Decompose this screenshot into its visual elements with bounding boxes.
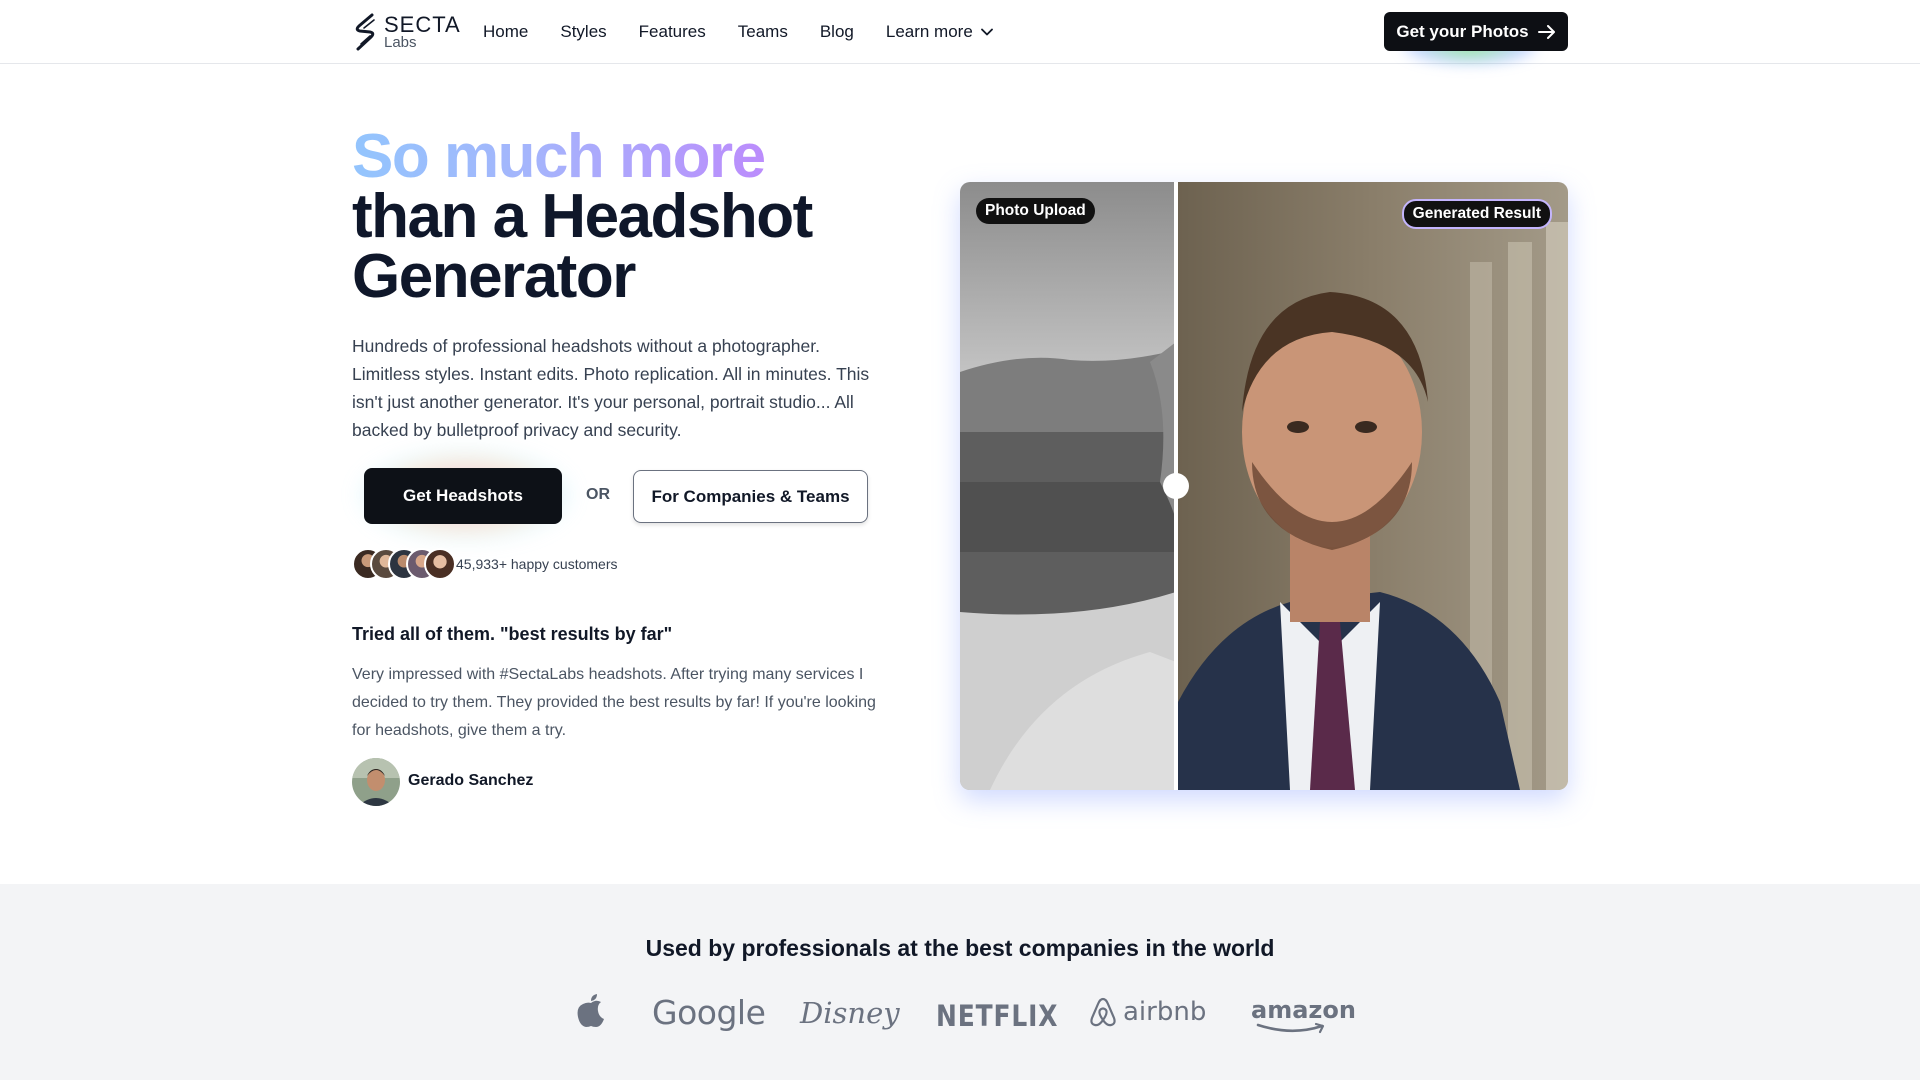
testimonial-body: Very impressed with #SectaLabs headshots… (352, 666, 876, 739)
customer-avatars (352, 548, 456, 580)
airbnb-logo: airbnb (1089, 996, 1206, 1028)
nav-learn-more-label: Learn more (885, 22, 973, 41)
logo-name: SECTA (384, 12, 461, 37)
customers-count: 45,933+ happy customers (456, 556, 618, 572)
amazon-smile-icon (1256, 1022, 1325, 1034)
photo-upload-badge: Photo Upload (976, 198, 1095, 224)
hero-description: Hundreds of professional headshots witho… (352, 336, 870, 440)
apple-logo-icon (577, 994, 604, 1027)
hero-title-highlight: So much more (352, 126, 812, 188)
nav-links: Home Styles Features Teams Blog Learn mo… (483, 0, 1025, 64)
airbnb-icon (1090, 997, 1116, 1027)
arrow-right-icon (1537, 24, 1555, 39)
netflix-logo: NETFLIX (936, 999, 1059, 1033)
get-headshots-button[interactable]: Get Headshots (364, 468, 562, 524)
comparison-photo (960, 182, 1568, 790)
nav-styles[interactable]: Styles (560, 22, 606, 42)
amazon-logo: amazon (1251, 996, 1356, 1024)
secta-labs-logo[interactable]: SECTA Labs (352, 12, 461, 52)
or-separator: OR (586, 486, 610, 503)
reviewer-avatar (352, 758, 400, 806)
hero-title-line3: Generator (352, 242, 636, 311)
airbnb-wordmark: airbnb (1123, 997, 1207, 1027)
companies-teams-button[interactable]: For Companies & Teams (633, 470, 868, 523)
before-after-comparison[interactable]: Photo Upload Generated Result (960, 182, 1568, 790)
google-logo: Google (652, 993, 766, 1032)
disney-logo: Disney (800, 996, 900, 1030)
top-nav: SECTA Labs Home Styles Features Teams Bl… (0, 0, 1920, 66)
comparison-slider-handle[interactable] (1163, 473, 1189, 499)
nav-learn-more-dropdown[interactable]: Learn more (886, 22, 993, 42)
nav-teams[interactable]: Teams (738, 22, 788, 42)
generated-result-badge: Generated Result (1401, 199, 1552, 229)
avatar (424, 548, 456, 580)
nav-features[interactable]: Features (639, 22, 706, 42)
logo-sub: Labs (384, 34, 417, 51)
get-your-photos-button[interactable]: Get your Photos (1384, 12, 1568, 51)
secta-logo-icon (355, 13, 375, 51)
chevron-down-icon (980, 28, 993, 36)
reviewer-photo (352, 758, 400, 806)
reviewer-name: Gerado Sanchez (408, 772, 534, 789)
get-your-photos-label: Get your Photos (1396, 21, 1529, 41)
nav-home[interactable]: Home (483, 22, 528, 42)
testimonial-title: Tried all of them. "best results by far" (352, 624, 673, 644)
trusted-by-band (0, 884, 1920, 1080)
hero-title: So much more than a Headshot Generator (352, 126, 813, 311)
hero-title-line2: than a Headshot (352, 182, 813, 251)
trusted-by-title: Used by professionals at the best compan… (645, 935, 1275, 961)
nav-blog[interactable]: Blog (820, 22, 854, 42)
